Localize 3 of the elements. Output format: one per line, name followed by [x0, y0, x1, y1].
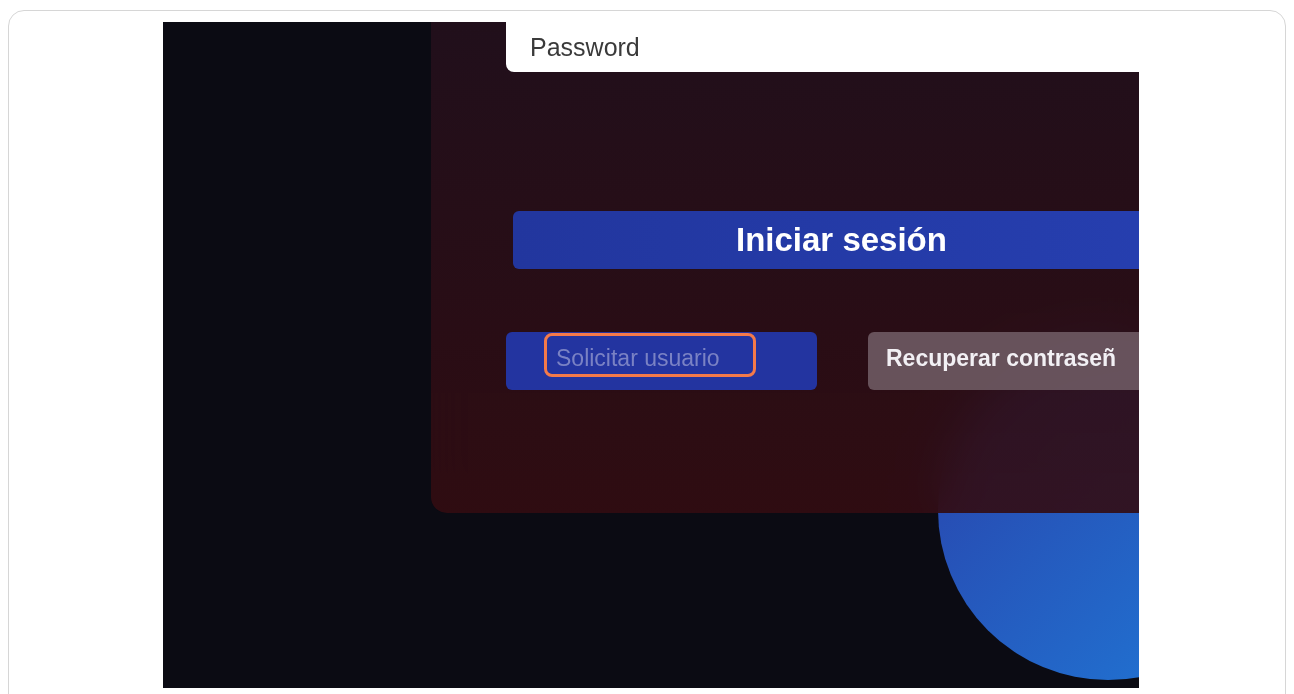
login-button[interactable]: Iniciar sesión	[513, 211, 1139, 269]
recover-password-button[interactable]: Recuperar contraseñ	[868, 332, 1139, 390]
password-field[interactable]: Password	[506, 22, 1139, 72]
